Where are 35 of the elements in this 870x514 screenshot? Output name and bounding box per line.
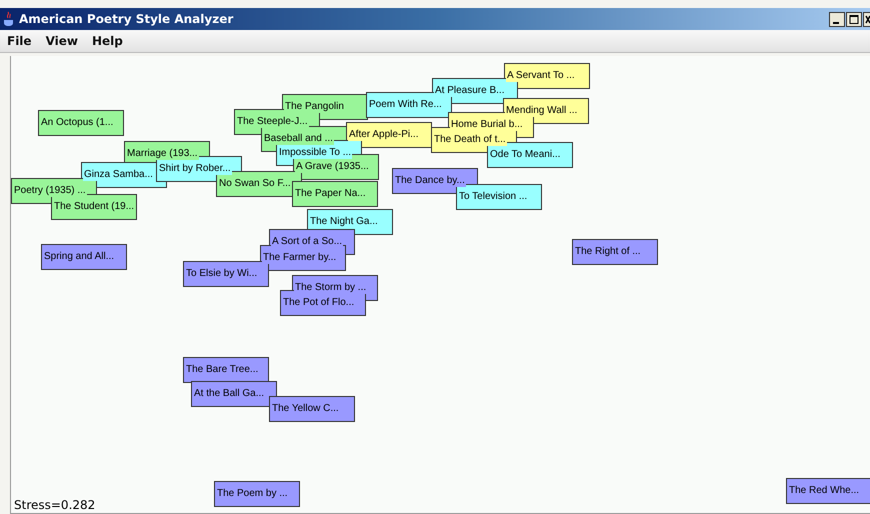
poem-title: The Farmer by... xyxy=(262,252,338,264)
poem-title: A Servant To ... xyxy=(506,70,576,82)
poem-title: Impossible To ... xyxy=(278,147,352,159)
poem-title: A Sort of a So... xyxy=(271,236,344,248)
poem-title: Baseball and ... xyxy=(263,133,334,145)
coffee-cup-icon xyxy=(3,11,15,27)
poem-title: To Elsie by Wi... xyxy=(185,268,258,280)
window-title: American Poetry Style Analyzer xyxy=(19,12,234,26)
poem-title: Shirt by Rober... xyxy=(158,163,232,175)
poem-title: Poetry (1935) ... xyxy=(13,185,87,197)
menu-item[interactable]: Help xyxy=(86,32,128,50)
poem-title: Marriage (193... xyxy=(126,148,199,160)
stress-label: Stress=0.282 xyxy=(14,498,96,512)
poem-title: Ginza Samba... xyxy=(83,169,154,181)
poem-title: The Dance by... xyxy=(394,175,466,187)
menu-item[interactable]: File xyxy=(2,32,37,50)
poem-title: Spring and All... xyxy=(43,251,116,263)
poem-title: The Pangolin xyxy=(284,101,345,113)
poem-title: The Paper Na... xyxy=(294,188,367,200)
poem-title: At Pleasure B... xyxy=(434,85,506,97)
poem-title: A Grave (1935... xyxy=(295,161,370,173)
poem-title: Home Burial b... xyxy=(450,119,524,131)
menu-item[interactable]: View xyxy=(40,32,83,50)
poem-title: Mending Wall ... xyxy=(505,105,578,117)
poem-title: The Death of t... xyxy=(433,134,507,146)
poem-title: After Apple-Pi... xyxy=(348,129,420,141)
poem-title: The Poem by ... xyxy=(216,488,289,500)
poem-title: The Steeple-J... xyxy=(236,116,309,128)
poem-title: The Right of ... xyxy=(574,246,642,258)
minimize-icon[interactable] xyxy=(829,12,845,26)
poem-title: The Student (19... xyxy=(53,201,136,213)
poem-title: The Night Ga... xyxy=(309,216,379,228)
poem-title: The Storm by ... xyxy=(294,282,368,294)
poem-title: An Octopus (1... xyxy=(40,117,114,129)
close-icon[interactable] xyxy=(863,12,870,26)
